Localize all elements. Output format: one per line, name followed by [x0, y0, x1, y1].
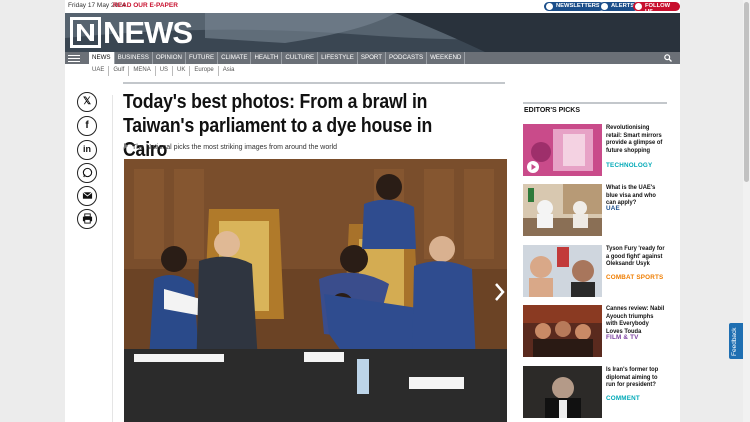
- follow-us-button[interactable]: FOLLOW US: [633, 2, 680, 15]
- top-strip: Friday 17 May 2024 READ OUR E-PAPER NEWS…: [65, 0, 680, 15]
- main-nav: NEWS BUSINESS OPINION FUTURE CLIMATE HEALTH CU…: [65, 52, 680, 64]
- subnav-item-gulf[interactable]: Gulf: [109, 66, 130, 76]
- nav-item-future[interactable]: FUTURE: [186, 52, 219, 64]
- article-photo[interactable]: [124, 159, 507, 422]
- subnav-item-uk[interactable]: UK: [173, 66, 191, 76]
- editors-pick-item[interactable]: Cannes review: Nabil Ayouch triumphs wit…: [523, 305, 668, 363]
- sub-nav: UAE Gulf MENA US UK Europe Asia: [92, 66, 238, 76]
- pick-thumbnail[interactable]: [523, 245, 602, 297]
- newsletters-button[interactable]: NEWSLETTERS: [544, 2, 604, 11]
- next-photo-arrow-icon[interactable]: [493, 282, 505, 302]
- pick-thumbnail[interactable]: [523, 305, 602, 357]
- print-icon[interactable]: [77, 209, 97, 229]
- pick-title[interactable]: Revolutionising retail: Smart mirrors pr…: [606, 124, 665, 154]
- email-icon[interactable]: [77, 186, 97, 206]
- share-divider: [112, 95, 113, 422]
- editors-pick-item[interactable]: Revolutionising retail: Smart mirrors pr…: [523, 124, 668, 182]
- editors-pick-item[interactable]: Tyson Fury 'ready for a good fight' agai…: [523, 245, 668, 303]
- logo-wordmark[interactable]: NEWS: [103, 15, 193, 51]
- pick-category[interactable]: COMMENT: [606, 395, 640, 402]
- pick-category[interactable]: UAE: [606, 205, 620, 212]
- article-headline: Today's best photos: From a brawl in Tai…: [123, 90, 433, 161]
- nav-item-climate[interactable]: CLIMATE: [218, 52, 252, 64]
- page: Friday 17 May 2024 READ OUR E-PAPER NEWS…: [65, 0, 680, 422]
- nav-item-weekend[interactable]: WEEKEND: [427, 52, 466, 64]
- feedback-tab[interactable]: Feedback: [729, 323, 744, 359]
- pick-title[interactable]: Cannes review: Nabil Ayouch triumphs wit…: [606, 305, 665, 335]
- subnav-item-europe[interactable]: Europe: [190, 66, 219, 76]
- subnav-item-us[interactable]: US: [156, 66, 174, 76]
- search-icon[interactable]: [664, 54, 672, 62]
- editors-pick-item[interactable]: What is the UAE's blue visa and who can …: [523, 184, 668, 242]
- pick-title[interactable]: What is the UAE's blue visa and who can …: [606, 184, 665, 207]
- nav-items: NEWS BUSINESS OPINION FUTURE CLIMATE HEALTH CU…: [89, 52, 466, 64]
- scrollbar-thumb[interactable]: [744, 2, 749, 182]
- editors-pick-item[interactable]: Is Iran's former top diplomat aiming to …: [523, 366, 668, 422]
- whatsapp-icon[interactable]: [77, 163, 97, 183]
- triangle-icon: [124, 143, 128, 149]
- nav-item-business[interactable]: BUSINESS: [115, 52, 153, 64]
- rail-title: EDITOR'S PICKS: [524, 107, 580, 114]
- nav-item-podcasts[interactable]: PODCASTS: [386, 52, 428, 64]
- plus-icon: [635, 3, 642, 10]
- facebook-icon[interactable]: f: [77, 116, 97, 136]
- pick-thumbnail[interactable]: [523, 366, 602, 418]
- masthead: NEWS: [65, 13, 680, 52]
- subnav-item-uae[interactable]: UAE: [92, 66, 110, 76]
- bell-icon: [601, 3, 608, 10]
- page-scrollbar[interactable]: [743, 0, 750, 422]
- nav-item-sport[interactable]: SPORT: [358, 52, 387, 64]
- epaper-link[interactable]: READ OUR E-PAPER: [113, 2, 178, 9]
- pick-category[interactable]: COMBAT SPORTS: [606, 274, 663, 281]
- rail-rule: [523, 102, 667, 104]
- pick-thumbnail[interactable]: [523, 124, 602, 176]
- article-standfirst: The National picks the most striking ima…: [124, 143, 337, 151]
- nav-item-culture[interactable]: CULTURE: [282, 52, 319, 64]
- nav-item-news[interactable]: NEWS: [89, 52, 115, 64]
- subnav-item-asia[interactable]: Asia: [219, 66, 239, 76]
- subnav-item-mena[interactable]: MENA: [129, 66, 156, 76]
- logo-mark[interactable]: [70, 17, 101, 48]
- nav-item-lifestyle[interactable]: LIFESTYLE: [318, 52, 358, 64]
- x-icon[interactable]: 𝕏: [77, 92, 97, 112]
- linkedin-icon[interactable]: in: [77, 140, 97, 160]
- nav-item-opinion[interactable]: OPINION: [153, 52, 186, 64]
- envelope-icon: [546, 3, 553, 10]
- pick-thumbnail[interactable]: [523, 184, 602, 236]
- pick-category[interactable]: FILM & TV: [606, 334, 639, 341]
- article-rule: [123, 82, 505, 84]
- menu-icon[interactable]: [68, 53, 80, 63]
- pick-title[interactable]: Is Iran's former top diplomat aiming to …: [606, 366, 665, 389]
- pick-title[interactable]: Tyson Fury 'ready for a good fight' agai…: [606, 245, 665, 268]
- nav-item-health[interactable]: HEALTH: [251, 52, 283, 64]
- pick-category[interactable]: TECHNOLOGY: [606, 162, 652, 169]
